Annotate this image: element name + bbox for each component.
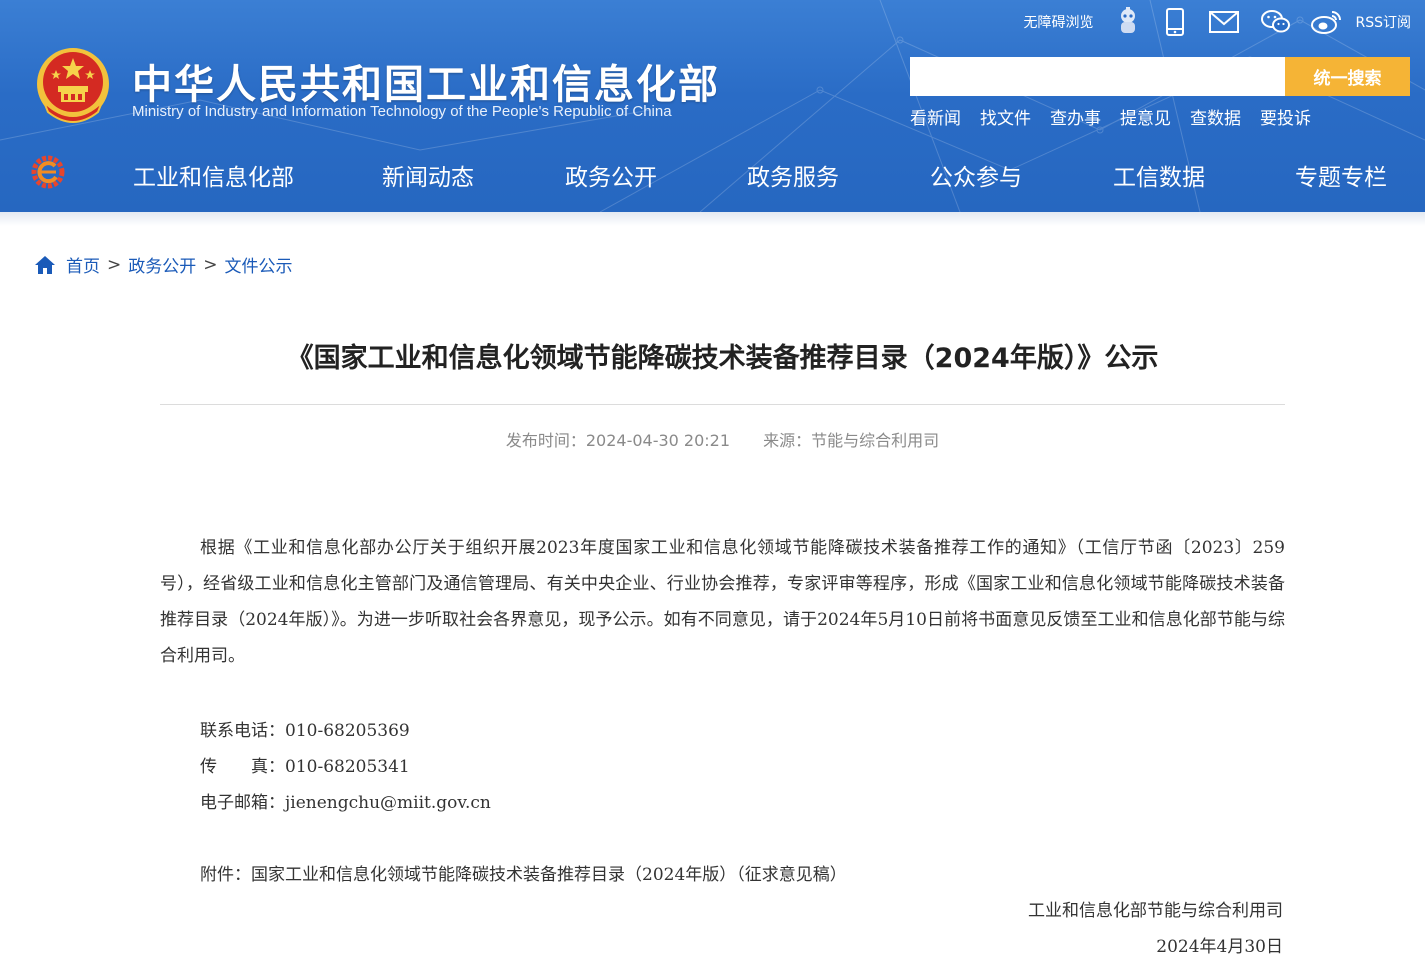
nav-logo-icon — [31, 155, 65, 189]
utility-bar: 无障碍浏览 RSS订阅 — [1005, 7, 1411, 37]
nav-item-ministry[interactable]: 工业和信息化部 — [133, 158, 294, 192]
publish-time: 发布时间：2024-04-30 20:21 — [505, 431, 731, 450]
breadcrumb-separator: > — [203, 254, 218, 275]
nav-item-special-topics[interactable]: 专题专栏 — [1295, 158, 1387, 192]
accessibility-link[interactable]: 无障碍浏览 — [1023, 12, 1093, 32]
search-input[interactable] — [910, 57, 1285, 96]
nav-item-government-services[interactable]: 政务服务 — [747, 158, 839, 192]
article-meta: 发布时间：2024-04-30 20:21 来源：节能与综合利用司 — [160, 427, 1285, 451]
article-body-paragraph: 根据《工业和信息化部办公厅关于组织开展2023年度国家工业和信息化领域节能降碳技… — [160, 538, 1285, 666]
nav-item-news[interactable]: 新闻动态 — [382, 158, 474, 192]
mobile-icon[interactable] — [1165, 8, 1185, 36]
title-divider — [160, 404, 1285, 405]
site-subtitle: Ministry of Industry and Information Tec… — [132, 103, 672, 120]
quick-links: 看新闻 找文件 查办事 提意见 查数据 要投诉 — [910, 104, 1330, 129]
nav-item-government-affairs[interactable]: 政务公开 — [565, 158, 657, 192]
header-shadow — [0, 212, 1425, 226]
signature-date: 2024年4月30日 — [1156, 937, 1283, 956]
breadcrumb-separator: > — [107, 254, 122, 275]
breadcrumb-file-notice[interactable]: 文件公示 — [225, 252, 293, 277]
search-button[interactable]: 统一搜索 — [1285, 57, 1410, 96]
attachment-link[interactable]: 国家工业和信息化领域节能降碳技术装备推荐目录（2024年版）（征求意见稿） — [251, 865, 847, 885]
article-source: 来源：节能与综合利用司 — [763, 431, 940, 450]
wechat-icon[interactable] — [1261, 9, 1291, 35]
nav-item-public-participation[interactable]: 公众参与 — [930, 158, 1022, 192]
quick-link-documents[interactable]: 找文件 — [980, 104, 1031, 129]
signature-department: 工业和信息化部节能与综合利用司 — [1028, 901, 1283, 921]
quick-link-services[interactable]: 查办事 — [1050, 104, 1101, 129]
rss-link[interactable]: RSS订阅 — [1355, 12, 1411, 32]
nav-item-data[interactable]: 工信数据 — [1113, 158, 1205, 192]
attachment-label: 附件： — [200, 865, 251, 885]
attachment: 附件：国家工业和信息化领域节能降碳技术装备推荐目录（2024年版）（征求意见稿） — [200, 860, 847, 885]
quick-link-news[interactable]: 看新闻 — [910, 104, 961, 129]
breadcrumb-government-affairs[interactable]: 政务公开 — [128, 252, 196, 277]
search-box: 统一搜索 — [910, 57, 1410, 96]
quick-link-complaints[interactable]: 要投诉 — [1260, 104, 1311, 129]
weibo-icon[interactable] — [1311, 9, 1343, 35]
robot-icon[interactable] — [1115, 7, 1141, 37]
national-emblem-icon — [37, 48, 109, 123]
quick-link-data[interactable]: 查数据 — [1190, 104, 1241, 129]
quick-link-feedback[interactable]: 提意见 — [1120, 104, 1171, 129]
contact-email: 电子邮箱：jienengchu@miit.gov.cn — [200, 793, 491, 813]
contact-phone: 联系电话：010-68205369 — [200, 721, 410, 741]
home-icon — [35, 255, 55, 274]
main-nav: 工业和信息化部 新闻动态 政务公开 政务服务 公众参与 工信数据 专题专栏 — [0, 146, 1425, 202]
article-title: 《国家工业和信息化领域节能降碳技术装备推荐目录（2024年版）》公示 — [286, 343, 1159, 374]
breadcrumb-home[interactable]: 首页 — [66, 252, 100, 277]
site-title: 中华人民共和国工业和信息化部 — [132, 62, 720, 108]
mail-icon[interactable] — [1209, 11, 1240, 33]
breadcrumb: 首页 > 政务公开 > 文件公示 — [34, 252, 293, 277]
contact-fax: 传 真：010-68205341 — [200, 757, 410, 777]
site-header: 无障碍浏览 RSS订阅 中华人民共和国工业和信息化部 Ministry of I… — [0, 0, 1425, 212]
